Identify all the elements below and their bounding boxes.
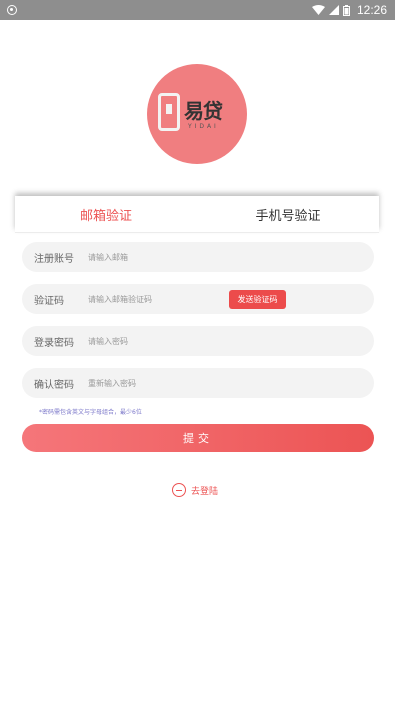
tab-phone-verification[interactable]: 手机号验证 bbox=[197, 196, 379, 232]
code-field: 验证码 发送验证码 bbox=[22, 284, 374, 314]
account-field: 注册账号 bbox=[22, 242, 374, 272]
confirm-password-input[interactable] bbox=[88, 378, 218, 388]
wifi-icon bbox=[311, 5, 325, 15]
signal-icon bbox=[328, 5, 339, 15]
password-input[interactable] bbox=[88, 336, 218, 346]
password-hint: *密码需包含英文与字母组合，最少6位 bbox=[39, 409, 142, 416]
verification-tabs: 邮箱验证 手机号验证 bbox=[15, 196, 379, 232]
go-login-link[interactable]: 去登陆 bbox=[172, 482, 218, 498]
account-label: 注册账号 bbox=[34, 253, 74, 265]
status-time: 12:26 bbox=[356, 3, 387, 17]
password-label: 登录密码 bbox=[34, 337, 74, 349]
confirm-password-label: 确认密码 bbox=[34, 379, 74, 391]
back-circle-icon bbox=[172, 483, 186, 497]
logo-sub-text: YIDAI bbox=[188, 123, 219, 130]
logo-inner: 易贷 YIDAI bbox=[154, 89, 240, 139]
battery-icon bbox=[342, 4, 350, 16]
confirm-password-field: 确认密码 bbox=[22, 368, 374, 398]
code-label: 验证码 bbox=[34, 295, 64, 307]
logo-brand-text: 易贷 bbox=[184, 99, 223, 123]
app-logo: 易贷 YIDAI bbox=[147, 64, 247, 164]
logo-mark-icon bbox=[158, 93, 180, 131]
tab-email-verification[interactable]: 邮箱验证 bbox=[15, 196, 197, 232]
password-field: 登录密码 bbox=[22, 326, 374, 356]
status-bar: 12:26 bbox=[0, 0, 395, 20]
code-input[interactable] bbox=[88, 294, 218, 304]
account-input[interactable] bbox=[88, 252, 218, 262]
send-code-button[interactable]: 发送验证码 bbox=[229, 290, 286, 309]
go-login-label: 去登陆 bbox=[191, 486, 219, 497]
app-notification-icon bbox=[7, 5, 17, 15]
tabs-divider bbox=[15, 232, 379, 233]
submit-button[interactable]: 提交 bbox=[22, 424, 374, 452]
